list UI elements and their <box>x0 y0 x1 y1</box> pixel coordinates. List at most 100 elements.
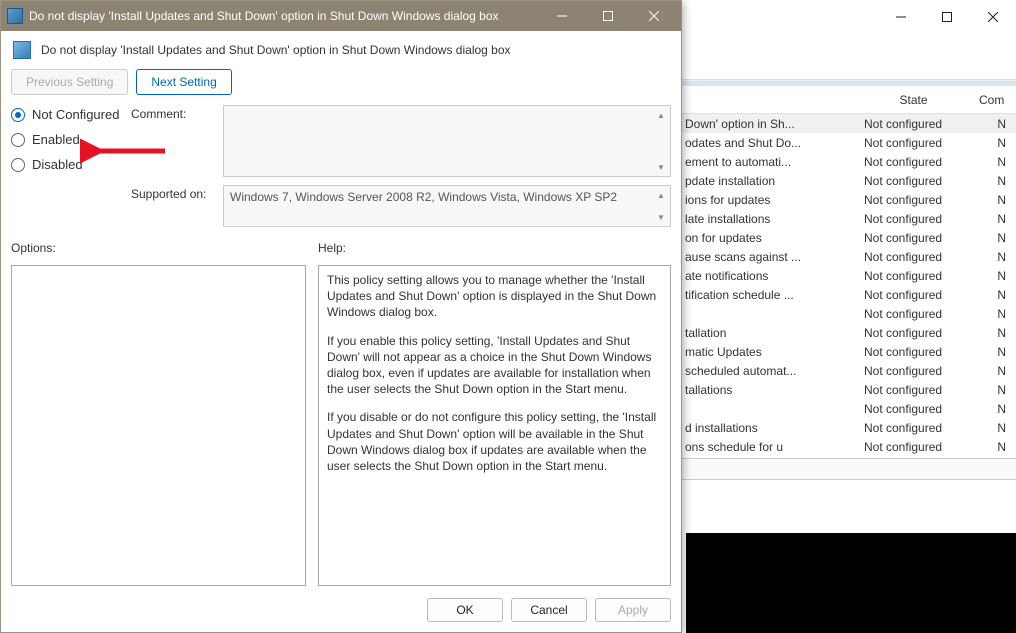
cell-comment: N <box>971 268 1016 284</box>
cell-comment: N <box>971 325 1016 341</box>
radio-disabled[interactable]: Disabled <box>11 157 121 172</box>
cell-comment: N <box>971 382 1016 398</box>
table-row[interactable]: ause scans against ...Not configuredN <box>677 247 1016 266</box>
radio-icon <box>11 108 25 122</box>
table-row[interactable]: Down' option in Sh...Not configuredN <box>677 114 1016 133</box>
table-row[interactable]: late installationsNot configuredN <box>677 209 1016 228</box>
cell-state: Not configured <box>856 154 971 170</box>
cell-state: Not configured <box>856 420 971 436</box>
cell-state: Not configured <box>856 287 971 303</box>
help-paragraph: This policy setting allows you to manage… <box>327 272 662 321</box>
table-row[interactable]: pdate installationNot configuredN <box>677 171 1016 190</box>
policy-icon <box>13 41 31 59</box>
dlg-maximize-button[interactable] <box>585 2 631 30</box>
table-row[interactable]: odates and Shut Do...Not configuredN <box>677 133 1016 152</box>
table-row[interactable]: Not configuredN <box>677 304 1016 323</box>
cell-setting: tallation <box>677 325 856 341</box>
scroll-down-icon[interactable]: ▼ <box>653 209 669 225</box>
cell-state: Not configured <box>856 382 971 398</box>
col-header-state[interactable]: State <box>856 89 971 111</box>
cell-setting: pdate installation <box>677 173 856 189</box>
cell-setting <box>677 408 856 410</box>
cell-state: Not configured <box>856 363 971 379</box>
bg-minimize-button[interactable] <box>878 2 924 32</box>
bg-rows-container: Down' option in Sh...Not configuredNodat… <box>677 114 1016 456</box>
cell-setting: tification schedule ... <box>677 287 856 303</box>
table-row[interactable]: tallationsNot configuredN <box>677 380 1016 399</box>
table-row[interactable]: ate notificationsNot configuredN <box>677 266 1016 285</box>
radio-enabled[interactable]: Enabled <box>11 132 121 147</box>
scroll-up-icon[interactable]: ▲ <box>653 187 669 203</box>
cell-comment: N <box>971 173 1016 189</box>
table-row[interactable]: tallationNot configuredN <box>677 323 1016 342</box>
dialog-titlebar[interactable]: Do not display 'Install Updates and Shut… <box>1 1 681 31</box>
cell-setting <box>677 313 856 315</box>
cell-comment: N <box>971 401 1016 417</box>
dlg-close-button[interactable] <box>631 2 677 30</box>
bg-close-button[interactable] <box>970 2 1016 32</box>
cell-setting: ons schedule for u <box>677 439 856 455</box>
dlg-minimize-button[interactable] <box>539 2 585 30</box>
cell-comment: N <box>971 287 1016 303</box>
supported-on-box: Windows 7, Windows Server 2008 R2, Windo… <box>223 185 671 227</box>
table-row[interactable]: matic UpdatesNot configuredN <box>677 342 1016 361</box>
cell-comment: N <box>971 116 1016 132</box>
cell-state: Not configured <box>856 192 971 208</box>
table-row[interactable]: ions for updatesNot configuredN <box>677 190 1016 209</box>
radio-label: Enabled <box>32 132 80 147</box>
cell-setting: ate notifications <box>677 268 856 284</box>
cell-setting: on for updates <box>677 230 856 246</box>
supported-on-text: Windows 7, Windows Server 2008 R2, Windo… <box>230 190 617 204</box>
cell-state: Not configured <box>856 325 971 341</box>
table-row[interactable]: ons schedule for uNot configuredN <box>677 437 1016 456</box>
cell-comment: N <box>971 154 1016 170</box>
bg-column-headers: State Com <box>677 86 1016 114</box>
options-label: Options: <box>11 241 306 255</box>
cell-setting: ement to automati... <box>677 154 856 170</box>
cell-setting: d installations <box>677 420 856 436</box>
cell-comment: N <box>971 363 1016 379</box>
cell-comment: N <box>971 230 1016 246</box>
cell-state: Not configured <box>856 116 971 132</box>
cancel-button[interactable]: Cancel <box>511 598 587 622</box>
help-paragraph: If you enable this policy setting, 'Inst… <box>327 333 662 398</box>
ok-button[interactable]: OK <box>427 598 503 622</box>
table-row[interactable]: tification schedule ...Not configuredN <box>677 285 1016 304</box>
cell-comment: N <box>971 306 1016 322</box>
cell-state: Not configured <box>856 401 971 417</box>
col-header-comment[interactable]: Com <box>971 89 1016 111</box>
cell-state: Not configured <box>856 135 971 151</box>
table-row[interactable]: Not configuredN <box>677 399 1016 418</box>
cell-state: Not configured <box>856 249 971 265</box>
black-console-bar <box>686 533 1016 633</box>
cell-comment: N <box>971 420 1016 436</box>
scroll-down-icon[interactable]: ▼ <box>653 159 669 175</box>
cell-setting: odates and Shut Do... <box>677 135 856 151</box>
radio-not-configured[interactable]: Not Configured <box>11 107 121 122</box>
cell-comment: N <box>971 249 1016 265</box>
policy-subtitle: Do not display 'Install Updates and Shut… <box>41 43 511 57</box>
table-row[interactable]: on for updatesNot configuredN <box>677 228 1016 247</box>
cell-state: Not configured <box>856 230 971 246</box>
cell-comment: N <box>971 439 1016 455</box>
radio-label: Disabled <box>32 157 83 172</box>
scroll-up-icon[interactable]: ▲ <box>653 107 669 123</box>
table-row[interactable]: ement to automati...Not configuredN <box>677 152 1016 171</box>
cell-setting: late installations <box>677 211 856 227</box>
table-row[interactable]: d installationsNot configuredN <box>677 418 1016 437</box>
cell-setting: ions for updates <box>677 192 856 208</box>
table-row[interactable]: scheduled automat...Not configuredN <box>677 361 1016 380</box>
cell-setting: matic Updates <box>677 344 856 360</box>
help-box: This policy setting allows you to manage… <box>318 265 671 586</box>
bg-maximize-button[interactable] <box>924 2 970 32</box>
comment-textarea[interactable]: ▲ ▼ <box>223 105 671 177</box>
cell-setting: Down' option in Sh... <box>677 116 856 132</box>
cell-comment: N <box>971 135 1016 151</box>
comment-label: Comment: <box>131 105 215 121</box>
cell-state: Not configured <box>856 306 971 322</box>
next-setting-button[interactable]: Next Setting <box>136 69 231 95</box>
help-paragraph: If you disable or do not configure this … <box>327 409 662 474</box>
cell-setting: tallations <box>677 382 856 398</box>
radio-icon <box>11 133 25 147</box>
options-box <box>11 265 306 586</box>
